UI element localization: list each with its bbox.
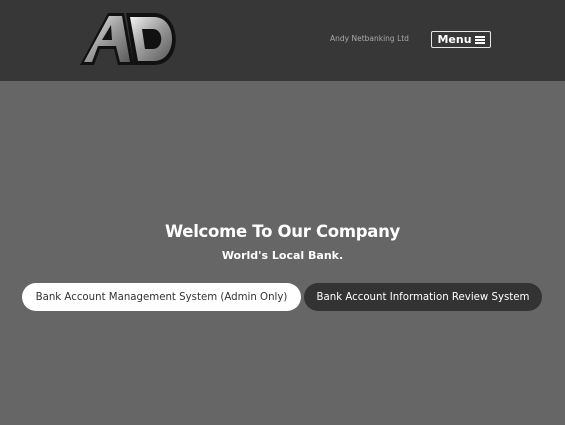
site-header: Andy Netbanking Ltd Menu: [0, 0, 565, 81]
company-name: Andy Netbanking Ltd: [330, 34, 409, 43]
hero-subtitle: World's Local Bank.: [221, 249, 344, 262]
hero-title: Welcome To Our Company: [165, 222, 400, 241]
admin-system-button[interactable]: Bank Account Management System (Admin On…: [22, 283, 301, 311]
ad-logo-icon[interactable]: [78, 9, 186, 69]
menu-button[interactable]: Menu: [431, 31, 491, 48]
hamburger-icon: [474, 35, 485, 44]
menu-label: Menu: [437, 33, 472, 46]
review-system-button[interactable]: Bank Account Information Review System: [304, 283, 542, 311]
